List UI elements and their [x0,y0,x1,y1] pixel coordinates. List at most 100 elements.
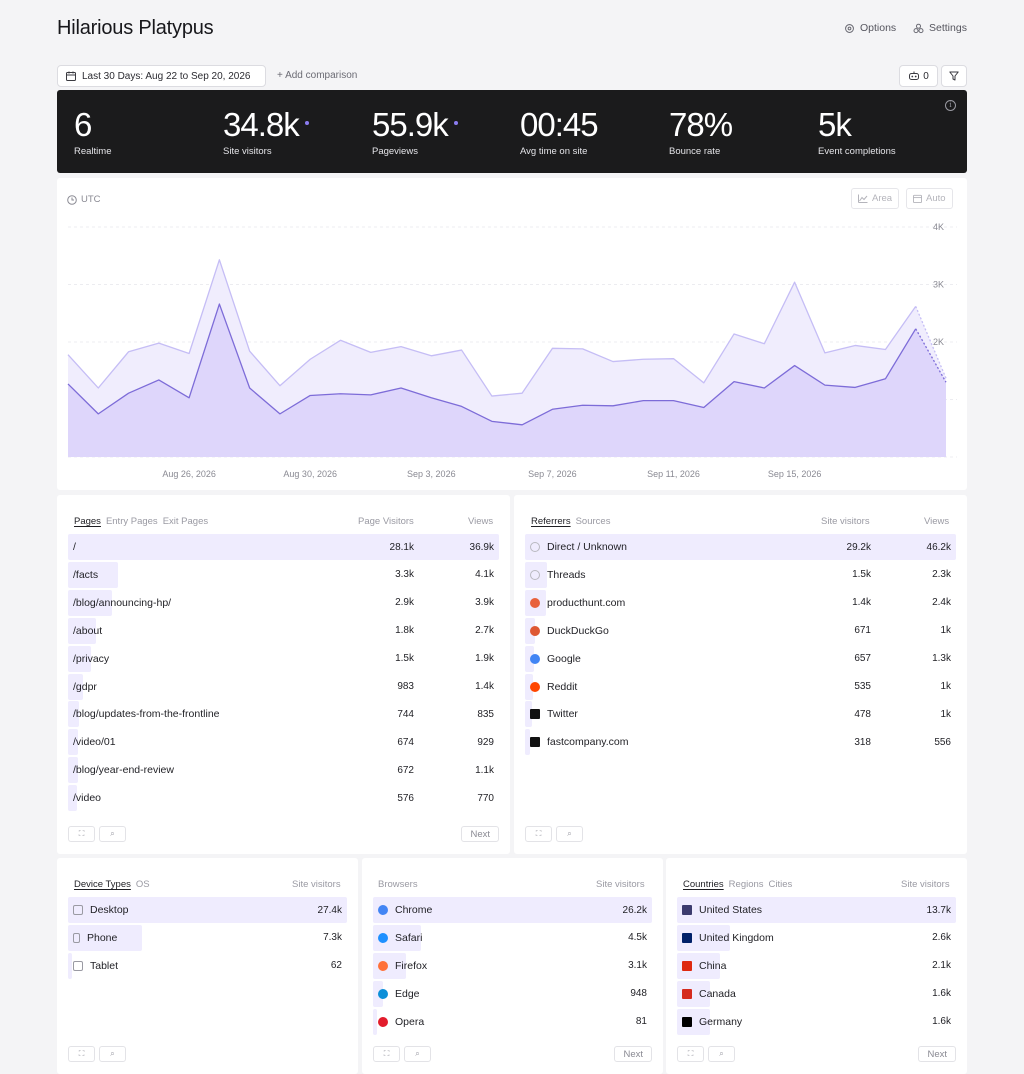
list-item[interactable]: Phone 7.3k [68,924,347,951]
edge-icon [378,988,388,999]
list-item[interactable]: Canada 1.6k [677,980,956,1007]
visitors-count: 672 [397,764,414,776]
search-button[interactable]: ⌕ [99,1046,126,1062]
item-label: /gdpr [73,680,97,693]
tab-countries[interactable]: Countries [683,879,724,890]
views-count: 1k [940,681,951,692]
search-button[interactable]: ⌕ [708,1046,735,1062]
filter-button[interactable] [941,65,967,87]
visitors-count: 2.1k [932,960,951,972]
list-item[interactable]: Threads 1.5k 2.3k [525,561,956,588]
tab-referrers[interactable]: Referrers [531,516,571,527]
settings-button[interactable]: Settings [913,22,967,34]
item-label: Google [547,652,581,665]
expand-icon: ⛶ [383,1049,390,1058]
visitors-count: 2.6k [932,932,951,944]
search-icon: ⌕ [110,1049,115,1058]
list-item[interactable]: Google 657 1.3k [525,645,956,672]
search-button[interactable]: ⌕ [99,826,126,842]
item-label: /blog/year-end-review [73,764,174,777]
item-label-wrap: China [677,960,726,972]
list-item[interactable]: Twitter 478 1k [525,701,956,728]
item-label-wrap: DuckDuckGo [525,625,609,637]
add-comparison-button[interactable]: + Add comparison [277,70,357,81]
tab-sources[interactable]: Sources [576,516,611,527]
list-item[interactable]: Safari 4.5k [373,924,652,951]
list-item[interactable]: producthunt.com 1.4k 2.4k [525,589,956,616]
list-item[interactable]: /blog/updates-from-the-frontline 744 835 [68,701,499,728]
item-label-wrap: United States [677,904,762,916]
tab-device-types[interactable]: Device Types [74,879,131,890]
tab-browsers[interactable]: Browsers [378,879,418,890]
countries-card: Countries Regions Cities Site visitors U… [666,858,967,1074]
list-item[interactable]: United States 13.7k [677,897,956,923]
list-item[interactable]: /gdpr 983 1.4k [68,673,499,700]
y-tick-label: 2K [933,337,944,347]
list-item[interactable]: /facts 3.3k 4.1k [68,561,499,588]
search-button[interactable]: ⌕ [404,1046,431,1062]
stat-site-visitors[interactable]: 34.8k Site visitors [223,106,309,157]
bot-filter-button[interactable]: 0 [899,65,938,87]
next-button[interactable]: Next [918,1046,956,1062]
tab-entry-pages[interactable]: Entry Pages [106,516,158,527]
list-item[interactable]: Desktop 27.4k [68,897,347,923]
expand-button[interactable]: ⛶ [373,1046,400,1062]
stat-bounce-rate[interactable]: 78% Bounce rate [669,106,733,157]
list-item[interactable]: / 28.1k 36.9k [68,534,499,560]
tab-pages[interactable]: Pages [74,516,101,527]
list-item[interactable]: Firefox 3.1k [373,952,652,979]
item-label: Reddit [547,680,578,693]
y-tick-label: 3K [933,280,944,290]
list-item[interactable]: /about 1.8k 2.7k [68,617,499,644]
list-item[interactable]: fastcompany.com 318 556 [525,729,956,756]
list-item[interactable]: /blog/announcing-hp/2.9k 3.9k [68,589,499,616]
list-item[interactable]: Chrome 26.2k [373,897,652,923]
tab-os[interactable]: OS [136,879,150,890]
list-item[interactable]: Reddit 535 1k [525,673,956,700]
google-icon [530,653,540,664]
visitors-count: 948 [630,988,647,1000]
tab-exit-pages[interactable]: Exit Pages [163,516,208,527]
next-button[interactable]: Next [614,1046,652,1062]
x-icon [530,709,540,720]
next-button[interactable]: Next [461,826,499,842]
options-button[interactable]: Options [844,22,896,34]
stat-avg-time[interactable]: 00:45 Avg time on site [520,106,599,157]
expand-button[interactable]: ⛶ [68,826,95,842]
tab-cities[interactable]: Cities [769,879,793,890]
item-label: DuckDuckGo [547,624,609,637]
expand-button[interactable]: ⛶ [68,1046,95,1062]
stat-event-completions[interactable]: 5k Event completions [818,106,896,157]
item-label-wrap: fastcompany.com [525,736,629,748]
search-button[interactable]: ⌕ [556,826,583,842]
list-item[interactable]: Opera 81 [373,1008,652,1035]
expand-button[interactable]: ⛶ [677,1046,704,1062]
tab-regions[interactable]: Regions [729,879,764,890]
info-icon[interactable]: i [945,100,956,111]
list-item[interactable]: /privacy 1.5k 1.9k [68,645,499,672]
item-label: Phone [87,931,118,944]
share-bar [68,534,499,560]
views-count: 36.9k [469,541,494,553]
list-item[interactable]: /video 576 770 [68,785,499,812]
list-item[interactable]: /video/01 674 929 [68,729,499,756]
list-item[interactable]: Edge 948 [373,980,652,1007]
traffic-chart[interactable]: 1K2K3K4KAug 26, 2026Aug 30, 2026Sep 3, 2… [57,178,967,490]
list-item[interactable]: United Kingdom 2.6k [677,924,956,951]
stat-pageviews[interactable]: 55.9k Pageviews [372,106,458,157]
pages-card: Pages Entry Pages Exit Pages Page Visito… [57,495,510,854]
list-item[interactable]: /blog/year-end-review 672 1.1k [68,757,499,784]
visitors-count: 1.8k [395,625,414,637]
stat-realtime[interactable]: 6 Realtime [74,106,112,157]
list-item[interactable]: Tablet 62 [68,952,347,979]
expand-button[interactable]: ⛶ [525,826,552,842]
expand-icon: ⛶ [535,829,542,838]
item-label: Tablet [90,959,119,972]
item-label-wrap: /video/01 [68,736,116,748]
list-item[interactable]: DuckDuckGo 671 1k [525,617,956,644]
referrers-card: Referrers Sources Site visitors Views Di… [514,495,967,854]
list-item[interactable]: China 2.1k [677,952,956,979]
date-range-picker[interactable]: Last 30 Days: Aug 22 to Sep 20, 2026 [57,65,266,87]
list-item[interactable]: Direct / Unknown 29.2k 46.2k [525,534,956,560]
list-item[interactable]: Germany 1.6k [677,1008,956,1035]
